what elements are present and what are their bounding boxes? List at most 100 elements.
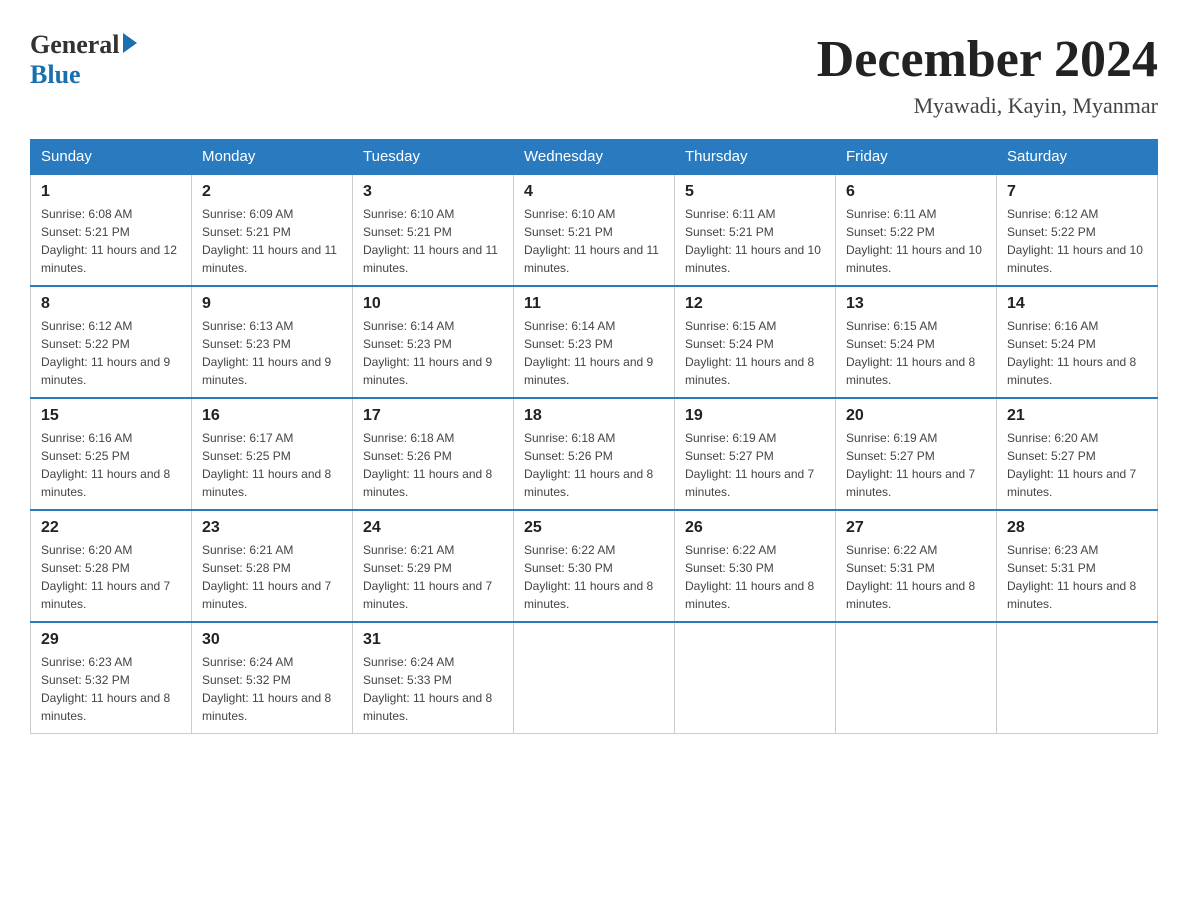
day-info: Sunrise: 6:21 AMSunset: 5:28 PMDaylight:…: [202, 543, 331, 611]
calendar-table: SundayMondayTuesdayWednesdayThursdayFrid…: [30, 139, 1158, 734]
calendar-cell: [997, 622, 1158, 734]
day-number: 25: [524, 519, 664, 537]
day-number: 22: [41, 519, 181, 537]
calendar-cell: 15 Sunrise: 6:16 AMSunset: 5:25 PMDaylig…: [31, 398, 192, 510]
day-info: Sunrise: 6:22 AMSunset: 5:31 PMDaylight:…: [846, 543, 975, 611]
calendar-week-1: 1 Sunrise: 6:08 AMSunset: 5:21 PMDayligh…: [31, 174, 1158, 286]
day-number: 4: [524, 183, 664, 201]
day-info: Sunrise: 6:12 AMSunset: 5:22 PMDaylight:…: [41, 319, 170, 387]
day-number: 27: [846, 519, 986, 537]
day-info: Sunrise: 6:23 AMSunset: 5:32 PMDaylight:…: [41, 655, 170, 723]
logo-arrow-icon: [123, 33, 137, 53]
calendar-cell: 10 Sunrise: 6:14 AMSunset: 5:23 PMDaylig…: [353, 286, 514, 398]
calendar-cell: 4 Sunrise: 6:10 AMSunset: 5:21 PMDayligh…: [514, 174, 675, 286]
day-info: Sunrise: 6:18 AMSunset: 5:26 PMDaylight:…: [363, 431, 492, 499]
day-info: Sunrise: 6:19 AMSunset: 5:27 PMDaylight:…: [685, 431, 814, 499]
calendar-cell: 21 Sunrise: 6:20 AMSunset: 5:27 PMDaylig…: [997, 398, 1158, 510]
day-number: 9: [202, 295, 342, 313]
calendar-title: December 2024: [817, 30, 1158, 89]
day-info: Sunrise: 6:24 AMSunset: 5:33 PMDaylight:…: [363, 655, 492, 723]
day-number: 15: [41, 407, 181, 425]
day-number: 29: [41, 631, 181, 649]
day-of-week-wednesday: Wednesday: [514, 140, 675, 175]
calendar-cell: 30 Sunrise: 6:24 AMSunset: 5:32 PMDaylig…: [192, 622, 353, 734]
day-info: Sunrise: 6:09 AMSunset: 5:21 PMDaylight:…: [202, 207, 337, 275]
day-info: Sunrise: 6:14 AMSunset: 5:23 PMDaylight:…: [363, 319, 492, 387]
day-number: 6: [846, 183, 986, 201]
day-of-week-tuesday: Tuesday: [353, 140, 514, 175]
day-info: Sunrise: 6:16 AMSunset: 5:25 PMDaylight:…: [41, 431, 170, 499]
calendar-cell: 12 Sunrise: 6:15 AMSunset: 5:24 PMDaylig…: [675, 286, 836, 398]
logo-blue-text: Blue: [30, 60, 81, 90]
day-of-week-saturday: Saturday: [997, 140, 1158, 175]
day-number: 11: [524, 295, 664, 313]
calendar-cell: 9 Sunrise: 6:13 AMSunset: 5:23 PMDayligh…: [192, 286, 353, 398]
day-info: Sunrise: 6:22 AMSunset: 5:30 PMDaylight:…: [524, 543, 653, 611]
day-number: 26: [685, 519, 825, 537]
day-info: Sunrise: 6:20 AMSunset: 5:27 PMDaylight:…: [1007, 431, 1136, 499]
day-number: 23: [202, 519, 342, 537]
calendar-cell: 31 Sunrise: 6:24 AMSunset: 5:33 PMDaylig…: [353, 622, 514, 734]
day-info: Sunrise: 6:23 AMSunset: 5:31 PMDaylight:…: [1007, 543, 1136, 611]
calendar-cell: 26 Sunrise: 6:22 AMSunset: 5:30 PMDaylig…: [675, 510, 836, 622]
day-number: 21: [1007, 407, 1147, 425]
day-number: 8: [41, 295, 181, 313]
day-info: Sunrise: 6:22 AMSunset: 5:30 PMDaylight:…: [685, 543, 814, 611]
day-info: Sunrise: 6:14 AMSunset: 5:23 PMDaylight:…: [524, 319, 653, 387]
logo: General Blue: [30, 30, 137, 90]
day-info: Sunrise: 6:12 AMSunset: 5:22 PMDaylight:…: [1007, 207, 1143, 275]
day-number: 31: [363, 631, 503, 649]
day-number: 13: [846, 295, 986, 313]
day-info: Sunrise: 6:20 AMSunset: 5:28 PMDaylight:…: [41, 543, 170, 611]
day-number: 12: [685, 295, 825, 313]
calendar-cell: 25 Sunrise: 6:22 AMSunset: 5:30 PMDaylig…: [514, 510, 675, 622]
calendar-cell: [836, 622, 997, 734]
calendar-header: SundayMondayTuesdayWednesdayThursdayFrid…: [31, 140, 1158, 175]
day-of-week-thursday: Thursday: [675, 140, 836, 175]
calendar-cell: 14 Sunrise: 6:16 AMSunset: 5:24 PMDaylig…: [997, 286, 1158, 398]
day-info: Sunrise: 6:17 AMSunset: 5:25 PMDaylight:…: [202, 431, 331, 499]
calendar-cell: 29 Sunrise: 6:23 AMSunset: 5:32 PMDaylig…: [31, 622, 192, 734]
day-number: 19: [685, 407, 825, 425]
day-number: 5: [685, 183, 825, 201]
day-info: Sunrise: 6:16 AMSunset: 5:24 PMDaylight:…: [1007, 319, 1136, 387]
calendar-cell: 7 Sunrise: 6:12 AMSunset: 5:22 PMDayligh…: [997, 174, 1158, 286]
day-info: Sunrise: 6:15 AMSunset: 5:24 PMDaylight:…: [685, 319, 814, 387]
day-number: 16: [202, 407, 342, 425]
calendar-week-5: 29 Sunrise: 6:23 AMSunset: 5:32 PMDaylig…: [31, 622, 1158, 734]
calendar-week-4: 22 Sunrise: 6:20 AMSunset: 5:28 PMDaylig…: [31, 510, 1158, 622]
calendar-cell: 19 Sunrise: 6:19 AMSunset: 5:27 PMDaylig…: [675, 398, 836, 510]
day-info: Sunrise: 6:10 AMSunset: 5:21 PMDaylight:…: [524, 207, 659, 275]
calendar-body: 1 Sunrise: 6:08 AMSunset: 5:21 PMDayligh…: [31, 174, 1158, 734]
calendar-cell: 16 Sunrise: 6:17 AMSunset: 5:25 PMDaylig…: [192, 398, 353, 510]
calendar-cell: 20 Sunrise: 6:19 AMSunset: 5:27 PMDaylig…: [836, 398, 997, 510]
calendar-cell: 13 Sunrise: 6:15 AMSunset: 5:24 PMDaylig…: [836, 286, 997, 398]
day-number: 24: [363, 519, 503, 537]
calendar-cell: 23 Sunrise: 6:21 AMSunset: 5:28 PMDaylig…: [192, 510, 353, 622]
day-number: 10: [363, 295, 503, 313]
day-number: 2: [202, 183, 342, 201]
calendar-cell: 11 Sunrise: 6:14 AMSunset: 5:23 PMDaylig…: [514, 286, 675, 398]
day-info: Sunrise: 6:10 AMSunset: 5:21 PMDaylight:…: [363, 207, 498, 275]
day-number: 28: [1007, 519, 1147, 537]
calendar-cell: 22 Sunrise: 6:20 AMSunset: 5:28 PMDaylig…: [31, 510, 192, 622]
day-number: 18: [524, 407, 664, 425]
calendar-cell: 28 Sunrise: 6:23 AMSunset: 5:31 PMDaylig…: [997, 510, 1158, 622]
calendar-cell: 3 Sunrise: 6:10 AMSunset: 5:21 PMDayligh…: [353, 174, 514, 286]
day-number: 30: [202, 631, 342, 649]
logo-general-text: General: [30, 30, 120, 60]
calendar-cell: 24 Sunrise: 6:21 AMSunset: 5:29 PMDaylig…: [353, 510, 514, 622]
calendar-cell: 27 Sunrise: 6:22 AMSunset: 5:31 PMDaylig…: [836, 510, 997, 622]
day-info: Sunrise: 6:13 AMSunset: 5:23 PMDaylight:…: [202, 319, 331, 387]
day-info: Sunrise: 6:15 AMSunset: 5:24 PMDaylight:…: [846, 319, 975, 387]
day-info: Sunrise: 6:11 AMSunset: 5:22 PMDaylight:…: [846, 207, 982, 275]
title-area: December 2024 Myawadi, Kayin, Myanmar: [817, 30, 1158, 119]
days-of-week-row: SundayMondayTuesdayWednesdayThursdayFrid…: [31, 140, 1158, 175]
day-info: Sunrise: 6:11 AMSunset: 5:21 PMDaylight:…: [685, 207, 821, 275]
calendar-cell: 17 Sunrise: 6:18 AMSunset: 5:26 PMDaylig…: [353, 398, 514, 510]
day-number: 1: [41, 183, 181, 201]
calendar-cell: 8 Sunrise: 6:12 AMSunset: 5:22 PMDayligh…: [31, 286, 192, 398]
calendar-week-3: 15 Sunrise: 6:16 AMSunset: 5:25 PMDaylig…: [31, 398, 1158, 510]
day-number: 14: [1007, 295, 1147, 313]
calendar-cell: [675, 622, 836, 734]
